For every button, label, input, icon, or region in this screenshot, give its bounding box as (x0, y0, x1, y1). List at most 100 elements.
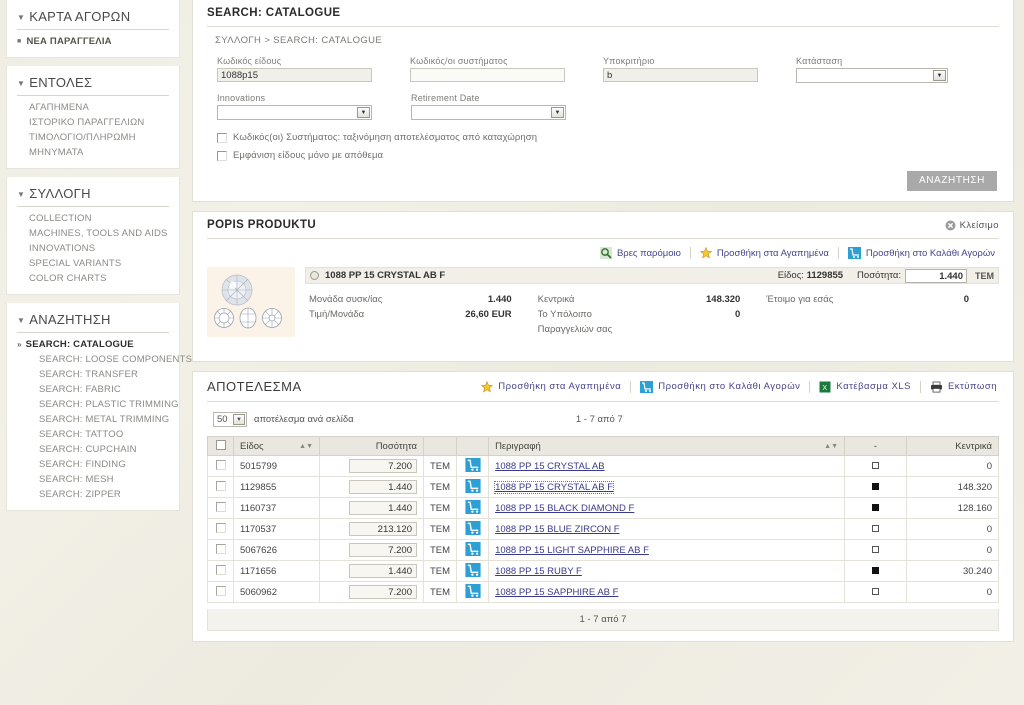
sidebar-heading-karta-agoron[interactable]: ▼ ΚΑΡΤΑ ΑΓΟΡΩΝ (17, 6, 169, 30)
row-select-cell[interactable] (207, 539, 234, 561)
checkbox-row-sort-by-entry[interactable]: Κωδικός(οι) Συστήματος: ταξινόμηση αποτε… (217, 132, 989, 143)
row-desc-cell[interactable]: 1088 PP 15 RUBY F (488, 560, 845, 582)
add-to-cart-button[interactable]: Προσθήκη στο Καλάθι Αγορών (839, 247, 997, 259)
item-code-input[interactable] (217, 68, 372, 82)
sidebar-item-machines-tools-and-aids[interactable]: MACHINES, TOOLS AND AIDS (17, 226, 169, 241)
row-select-cell[interactable] (207, 518, 234, 540)
download-xls-button[interactable]: X Κατέβασμα XLS (810, 380, 921, 393)
row-cart-cell[interactable] (456, 518, 490, 540)
row-cart-cell[interactable] (456, 497, 490, 519)
product-qty-input[interactable]: 1.440 (905, 268, 967, 283)
row-select-cell[interactable] (207, 560, 234, 582)
row-checkbox[interactable] (215, 501, 226, 512)
system-code-input[interactable] (410, 68, 565, 82)
row-desc-cell[interactable]: 1088 PP 15 LIGHT SAPPHIRE AB F (488, 539, 845, 561)
search-button[interactable]: ΑΝΑΖΗΤΗΣΗ (906, 171, 997, 191)
sidebar-item-search-tattoo[interactable]: SEARCH: TATTOO (17, 427, 169, 442)
row-desc-link[interactable]: 1088 PP 15 LIGHT SAPPHIRE AB F (495, 545, 649, 556)
row-desc-cell[interactable]: 1088 PP 15 BLACK DIAMOND F (488, 497, 845, 519)
row-desc-cell[interactable]: 1088 PP 15 CRYSTAL AB (488, 455, 845, 477)
row-qty-input[interactable]: 7.200 (349, 459, 417, 473)
row-cart-cell[interactable] (456, 560, 490, 582)
row-checkbox[interactable] (215, 564, 226, 575)
print-button[interactable]: Εκτύπωση (921, 381, 999, 393)
checkbox-sort-by-entry[interactable] (217, 132, 227, 143)
row-cart-cell[interactable] (456, 455, 490, 477)
row-select-cell[interactable] (207, 455, 234, 477)
sidebar-item-search-loose-components[interactable]: SEARCH: LOOSE COMPONENTS (17, 352, 192, 367)
sidebar-item-color-charts[interactable]: COLOR CHARTS (17, 271, 169, 286)
subcriteria-input[interactable] (603, 68, 758, 82)
table-row[interactable]: 5067626 7.200 TEM 1088 PP 15 LIGHT SAPPHIRE… (207, 539, 999, 561)
row-cart-cell[interactable] (456, 581, 490, 603)
sidebar-item-search-fabric[interactable]: SEARCH: FABRIC (17, 382, 169, 397)
table-row[interactable]: 1171656 1.440 TEM 1088 PP 15 RUBY F 30.240 (207, 560, 999, 582)
sidebar-item-collection[interactable]: COLLECTION (17, 211, 169, 226)
sidebar-item-search-mesh[interactable]: SEARCH: MESH (17, 472, 169, 487)
table-row[interactable]: 1160737 1.440 TEM 1088 PP 15 BLACK DIAMOND … (207, 497, 999, 519)
sidebar-heading-syllogi[interactable]: ▼ ΣΥΛΛΟΓΗ (17, 183, 169, 207)
sidebar-item-innovations[interactable]: INNOVATIONS (17, 241, 169, 256)
sidebar-item-special-variants[interactable]: SPECIAL VARIANTS (17, 256, 169, 271)
innovations-select[interactable]: ▼ (217, 105, 372, 120)
sidebar-item-minymata[interactable]: ΜΗΝΥΜΑΤΑ (17, 145, 169, 160)
row-desc-link[interactable]: 1088 PP 15 BLUE ZIRCON F (495, 524, 619, 535)
sidebar-item-istoriko-paraggelion[interactable]: ΙΣΤΟΡΙΚΟ ΠΑΡΑΓΓΕΛΙΩΝ (17, 115, 169, 130)
row-desc-link[interactable]: 1088 PP 15 CRYSTAL AB F (494, 480, 615, 494)
checkbox-only-in-stock[interactable] (217, 150, 227, 161)
select-all-checkbox[interactable] (215, 440, 226, 450)
row-qty-input[interactable]: 7.200 (349, 543, 417, 557)
row-qty-input[interactable]: 213.120 (349, 522, 417, 536)
th-eidos[interactable]: Είδος ▲▼ (233, 436, 320, 456)
row-checkbox[interactable] (215, 522, 226, 533)
row-select-cell[interactable] (207, 476, 234, 498)
row-desc-link[interactable]: 1088 PP 15 CRYSTAL AB (495, 461, 605, 472)
row-desc-cell[interactable]: 1088 PP 15 BLUE ZIRCON F (488, 518, 845, 540)
row-qty-input[interactable]: 1.440 (349, 564, 417, 578)
retirement-date-select[interactable]: ▼ (411, 105, 566, 120)
sidebar-heading-anazitisi[interactable]: ▼ ΑΝΑΖΗΤΗΣΗ (17, 309, 169, 333)
find-similar-button[interactable]: Βρες παρόμοιο (591, 247, 691, 259)
row-checkbox[interactable] (215, 543, 226, 554)
sidebar-item-timologio-pliromi[interactable]: ΤΙΜΟΛΟΓΙΟ/ΠΛΗΡΩΜΗ (17, 130, 169, 145)
table-row[interactable]: 5015799 7.200 TEM 1088 PP 15 CRYSTAL AB 0 (207, 455, 999, 477)
row-desc-link[interactable]: 1088 PP 15 BLACK DIAMOND F (495, 503, 634, 514)
table-row[interactable]: 1129855 1.440 TEM 1088 PP 15 CRYSTAL AB F 14… (207, 476, 999, 498)
per-page-select[interactable]: 50 ▼ (213, 412, 247, 427)
sidebar-item-search-plastic-trimming[interactable]: SEARCH: PLASTIC TRIMMING (17, 397, 179, 412)
row-qty-input[interactable]: 1.440 (349, 501, 417, 515)
row-desc-cell[interactable]: 1088 PP 15 SAPPHIRE AB F (488, 581, 845, 603)
row-cart-cell[interactable] (456, 539, 490, 561)
row-select-cell[interactable] (207, 497, 234, 519)
row-desc-link[interactable]: 1088 PP 15 SAPPHIRE AB F (495, 587, 618, 598)
row-cart-cell[interactable] (456, 476, 490, 498)
sidebar-item-agapimena[interactable]: ΑΓΑΠΗΜΕΝΑ (17, 100, 169, 115)
product-detail-body: 1088 PP 15 CRYSTAL AB F Είδος: 1129855 Π… (207, 265, 999, 351)
row-desc-link[interactable]: 1088 PP 15 RUBY F (495, 566, 582, 577)
row-desc-cell[interactable]: 1088 PP 15 CRYSTAL AB F (488, 476, 845, 498)
add-to-favorites-button[interactable]: Προσθήκη στα Αγαπημένα (691, 247, 839, 259)
table-row[interactable]: 1170537 213.120 TEM 1088 PP 15 BLUE ZIRCON … (207, 518, 999, 540)
sidebar-item-search-cupchain[interactable]: SEARCH: CUPCHAIN (17, 442, 169, 457)
row-qty-input[interactable]: 1.440 (349, 480, 417, 494)
row-checkbox[interactable] (215, 459, 226, 470)
results-add-to-cart-button[interactable]: Προσθήκη στο Καλάθι Αγορών (631, 380, 811, 393)
sidebar-item-search-transfer[interactable]: SEARCH: TRANSFER (17, 367, 169, 382)
sidebar-item-search-finding[interactable]: SEARCH: FINDING (17, 457, 169, 472)
sidebar-item-search-catalogue[interactable]: » SEARCH: CATALOGUE (17, 337, 169, 352)
results-add-to-favorites-button[interactable]: Προσθήκη στα Αγαπημένα (472, 380, 632, 393)
sidebar-heading-entoles[interactable]: ▼ ΕΝΤΟΛΕΣ (17, 72, 169, 96)
sidebar-item-nea-paraggelia[interactable]: ■ ΝΕΑ ΠΑΡΑΓΓΕΛΙΑ (17, 34, 169, 49)
status-select[interactable]: ▼ (796, 68, 948, 83)
row-qty-input[interactable]: 7.200 (349, 585, 417, 599)
th-select-all[interactable] (207, 436, 234, 456)
row-checkbox[interactable] (215, 585, 226, 596)
row-select-cell[interactable] (207, 581, 234, 603)
close-button[interactable]: Κλείσιμο (945, 220, 999, 231)
table-row[interactable]: 5060962 7.200 TEM 1088 PP 15 SAPPHIRE AB F 0 (207, 581, 999, 603)
checkbox-row-only-in-stock[interactable]: Εμφάνιση είδους μόνο με απόθεμα (217, 150, 989, 161)
sidebar-item-search-zipper[interactable]: SEARCH: ZIPPER (17, 487, 169, 502)
sidebar-item-search-metal-trimming[interactable]: SEARCH: METAL TRIMMING (17, 412, 169, 427)
row-checkbox[interactable] (215, 480, 226, 491)
th-perigrafi[interactable]: Περιγραφή ▲▼ (488, 436, 845, 456)
